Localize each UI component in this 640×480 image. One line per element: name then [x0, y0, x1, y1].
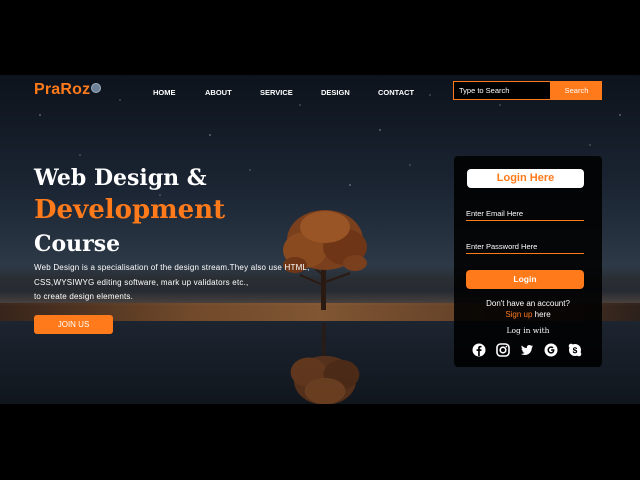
login-card: Login Here Login Don't have an account? …: [454, 156, 602, 367]
facebook-icon[interactable]: [472, 343, 486, 357]
hero-description-line1: Web Design is a specialisation of the de…: [34, 263, 310, 272]
nav-contact[interactable]: CONTACT: [378, 88, 414, 97]
hero-description-line2: CSS,WYSIWYG editing software, mark up va…: [34, 277, 249, 287]
twitter-icon[interactable]: [520, 343, 534, 357]
hero-title-line1: Web Design &: [34, 165, 207, 191]
search-input[interactable]: [453, 81, 551, 100]
nav-home[interactable]: HOME: [153, 88, 176, 97]
hero-title-line3: Course: [34, 231, 121, 257]
social-login-icons: [472, 343, 584, 357]
tree-reflection-image: [290, 323, 360, 404]
nav-design[interactable]: DESIGN: [321, 88, 350, 97]
globe-icon: [91, 83, 102, 93]
instagram-icon[interactable]: [496, 343, 510, 357]
brand-logo[interactable]: PraRoz: [34, 81, 102, 99]
email-field[interactable]: [466, 207, 584, 221]
login-button[interactable]: Login: [466, 270, 584, 289]
hero-title-line2: Development: [34, 195, 226, 225]
google-icon[interactable]: [544, 343, 558, 357]
signup-line: Sign up here: [454, 310, 602, 319]
nav-about[interactable]: ABOUT: [205, 88, 232, 97]
password-field[interactable]: [466, 240, 584, 254]
search-button[interactable]: Search: [551, 81, 602, 100]
brand-name: PraRoz: [34, 81, 91, 98]
join-us-button[interactable]: JOIN US: [34, 315, 113, 334]
no-account-text: Don't have an account?: [486, 299, 570, 308]
signup-link[interactable]: Sign up: [505, 310, 532, 319]
skype-icon[interactable]: [568, 343, 582, 357]
login-title: Login Here: [467, 169, 584, 188]
hero-description: Web Design is a specialisation of the de…: [34, 261, 364, 305]
hero-description-line3: to create design elements.: [34, 292, 134, 301]
signup-suffix: here: [532, 310, 551, 319]
login-with-label: Log in with: [506, 326, 550, 335]
nav-service[interactable]: SERVICE: [260, 88, 293, 97]
